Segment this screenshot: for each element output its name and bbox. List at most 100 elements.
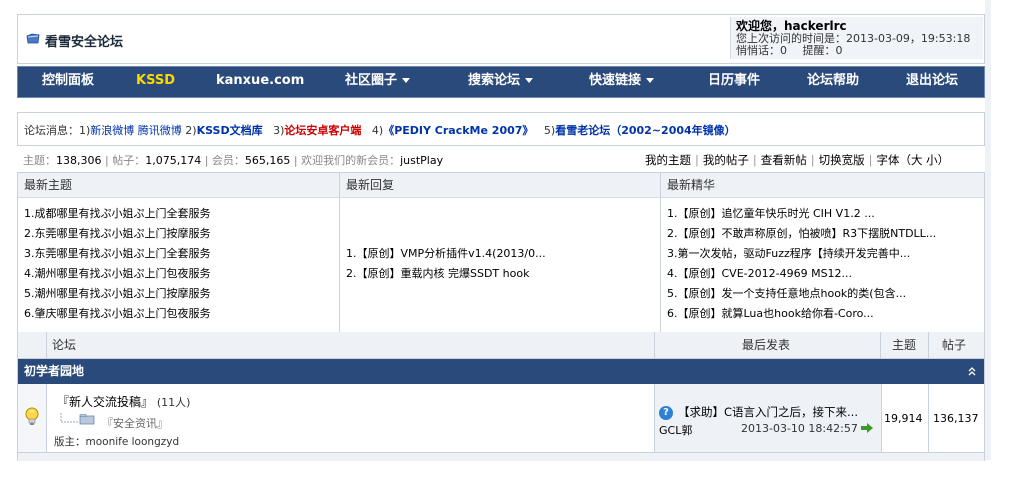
subforum-link[interactable]: 『安全资讯』	[102, 415, 168, 431]
col-posts: 帖子	[942, 338, 967, 352]
column-divider	[654, 332, 655, 358]
moderators-label: 版主：	[54, 436, 86, 448]
welcome-line: 欢迎您，hackerlrc	[736, 20, 847, 32]
latest-replies-list: 1.【原创】VMP分析插件v1.4(2013/0... 2.【原创】重载内核 完…	[346, 244, 656, 284]
posts-count: 1,075,174	[145, 154, 202, 167]
tencent-weibo-link[interactable]: 腾讯微博	[138, 124, 182, 137]
forum-header: 看雪安全论坛 欢迎您，hackerlrc 您上次访问的时间是：2013-03-0…	[17, 14, 985, 64]
chevron-down-icon	[646, 78, 655, 83]
wide-mode-link[interactable]: 切换宽版	[819, 153, 865, 167]
last-post-cell: ? 【求助】C语言入门之后，接下来... GCL郭 2013-03-10 18:4…	[654, 384, 882, 452]
nav-kssd[interactable]: KSSD	[136, 67, 175, 97]
table-row: 『新人交流投稿』 (11人) 『安全资讯』 版主：moonife loongzy…	[18, 384, 984, 452]
list-item[interactable]: 1.【原创】VMP分析插件v1.4(2013/0...	[346, 244, 656, 264]
news-prefix: 论坛消息：	[24, 124, 79, 137]
posts-label: 帖子：	[112, 154, 146, 167]
list-item[interactable]: 3.第一次发帖，驱动Fuzz程序【持续开发完善中...	[667, 244, 977, 264]
list-item[interactable]: 3.东莞哪里有找ぷ小姐ぷ上门全套服务	[24, 244, 334, 264]
forum-name-link[interactable]: 『新人交流投稿』	[57, 395, 153, 409]
font-size-link[interactable]: 字体（大 小）	[877, 153, 950, 167]
news-num: 2)	[185, 124, 197, 137]
moderators: 版主：moonife loongzyd	[54, 434, 179, 449]
forum-status-cell	[18, 384, 47, 452]
news-num: 3)	[273, 124, 285, 137]
list-item[interactable]: 6.肇庆哪里有找ぷ小姐ぷ上门包夜服务	[24, 304, 334, 324]
last-post-title: ? 【求助】C语言入门之后，接下来...	[659, 404, 858, 420]
my-posts-link[interactable]: 我的帖子	[703, 153, 749, 167]
main-nav: 控制面板 KSSD kanxue.com 社区圈子 搜索论坛 快速链接 日历事件…	[17, 66, 985, 98]
collapse-icon[interactable]	[968, 366, 976, 376]
nav-community[interactable]: 社区圈子	[345, 67, 411, 97]
news-num: 5)	[543, 124, 556, 137]
nav-quick-links[interactable]: 快速链接	[589, 67, 655, 97]
nav-kanxue[interactable]: kanxue.com	[216, 67, 304, 97]
list-item[interactable]: 2.【原创】不敢声称原创，怕被喷】R3下摆脱NTDLL...	[667, 224, 977, 244]
last-post-author[interactable]: GCL郭	[659, 422, 692, 438]
sina-weibo-link[interactable]: 新浪微博	[90, 124, 134, 137]
username-link[interactable]: hackerlrc	[784, 19, 847, 33]
column-divider	[928, 332, 929, 358]
subforum-folder-icon	[60, 413, 95, 425]
latest-topics-header: 最新主题	[18, 173, 339, 198]
nav-logout[interactable]: 退出论坛	[906, 67, 958, 97]
list-item[interactable]: 4.潮州哪里有找ぷ小姐ぷ上门包夜服务	[24, 264, 334, 284]
list-item[interactable]: 6.【原创】就算Lua也hook给你看-Coro...	[667, 304, 977, 324]
col-topics: 主题	[892, 338, 917, 352]
welcome-box: 欢迎您，hackerlrc 您上次访问的时间是：2013-03-09，19:53…	[730, 17, 983, 59]
nav-control-panel[interactable]: 控制面板	[42, 67, 94, 97]
latest-replies-header: 最新回复	[340, 173, 660, 198]
pm-label[interactable]: 悄悄话：	[736, 44, 780, 57]
list-item[interactable]: 1.【原创】追忆童年快乐时光 CIH V1.2 ...	[667, 204, 977, 224]
list-item[interactable]: 5.潮州哪里有找ぷ小姐ぷ上门按摩服务	[24, 284, 334, 304]
go-to-last-post-icon[interactable]	[861, 423, 873, 433]
list-item[interactable]: 2.【原创】重载内核 完爆SSDT hook	[346, 264, 656, 284]
pm-count: 0	[780, 44, 787, 57]
nav-help[interactable]: 论坛帮助	[807, 67, 859, 97]
moderator-names[interactable]: moonife loongzyd	[86, 436, 180, 448]
old-forum-link[interactable]: 看雪老论坛（2002~2004年镜像）	[555, 124, 735, 137]
forum-news-bar: 论坛消息：1)新浪微博 腾讯微博 2)KSSD文档库 3)论坛安卓客户端 4)《…	[17, 112, 985, 146]
android-client-link[interactable]: 论坛安卓客户端	[284, 124, 361, 137]
new-member-link[interactable]: justPlay	[400, 154, 443, 167]
forum-logo-icon	[26, 33, 40, 44]
online-count: (11人)	[156, 396, 191, 409]
forum-post-count: 136,137	[933, 412, 979, 425]
latest-replies-column: 最新回复 1.【原创】VMP分析插件v1.4(2013/0... 2.【原创】重…	[340, 173, 661, 333]
kssd-library-link[interactable]: KSSD文档库	[197, 124, 263, 137]
forum-table: 论坛 最后发表 主题 帖子 初学者园地 『新人交流投稿』 (11人) 『安全资讯…	[17, 332, 985, 461]
crackme-link[interactable]: 《PEDIY CrackMe 2007》	[383, 124, 533, 137]
section-title[interactable]: 初学者园地	[24, 359, 84, 384]
column-divider	[928, 384, 929, 452]
list-item[interactable]: 2.东莞哪里有找ぷ小姐ぷ上门按摩服务	[24, 224, 334, 244]
latest-topics-column: 最新主题 1.成都哪里有找ぷ小姐ぷ上门全套服务 2.东莞哪里有找ぷ小姐ぷ上门按摩…	[18, 173, 340, 333]
nav-community-label: 社区圈子	[345, 73, 398, 88]
chevron-down-icon	[525, 78, 534, 83]
welcome-label: 欢迎您，	[736, 19, 785, 33]
forum-table-header: 论坛 最后发表 主题 帖子	[18, 332, 984, 359]
my-topics-link[interactable]: 我的主题	[645, 153, 691, 167]
forum-stats: 主题：138,306 | 帖子：1,075,174 | 会员：565,165 |…	[23, 154, 444, 167]
forum-name: 『新人交流投稿』 (11人)	[57, 393, 190, 410]
remind-label[interactable]: 提醒：	[803, 44, 836, 57]
latest-featured-column: 最新精华 1.【原创】追忆童年快乐时光 CIH V1.2 ... 2.【原创】不…	[661, 173, 984, 333]
nav-search-label: 搜索论坛	[468, 73, 521, 88]
news-num: 1)	[79, 124, 91, 137]
nav-search[interactable]: 搜索论坛	[468, 67, 534, 97]
forum-topic-count: 19,914	[884, 412, 923, 425]
list-item[interactable]: 4.【原创】CVE-2012-4969 MS12...	[667, 264, 977, 284]
latest-featured-header: 最新精华	[661, 173, 984, 198]
forum-page: 看雪安全论坛 欢迎您，hackerlrc 您上次访问的时间是：2013-03-0…	[0, 0, 986, 461]
list-item[interactable]: 5.【原创】发一个支持任意地点hook的类(包含...	[667, 284, 977, 304]
news-content: 论坛消息：1)新浪微博 腾讯微博 2)KSSD文档库 3)论坛安卓客户端 4)《…	[24, 122, 736, 138]
members-count: 565,165	[244, 154, 291, 167]
site-title[interactable]: 看雪安全论坛	[45, 31, 123, 50]
topics-count: 138,306	[56, 154, 102, 167]
last-post-link[interactable]: 【求助】C语言入门之后，接下来...	[678, 405, 858, 419]
col-forum: 论坛	[52, 338, 77, 352]
chevron-down-icon	[402, 78, 411, 83]
list-item[interactable]: 1.成都哪里有找ぷ小姐ぷ上门全套服务	[24, 204, 334, 224]
remind-count: 0	[835, 44, 843, 57]
nav-calendar[interactable]: 日历事件	[708, 67, 760, 97]
new-posts-link[interactable]: 查看新帖	[761, 153, 807, 167]
question-icon: ?	[659, 405, 673, 420]
